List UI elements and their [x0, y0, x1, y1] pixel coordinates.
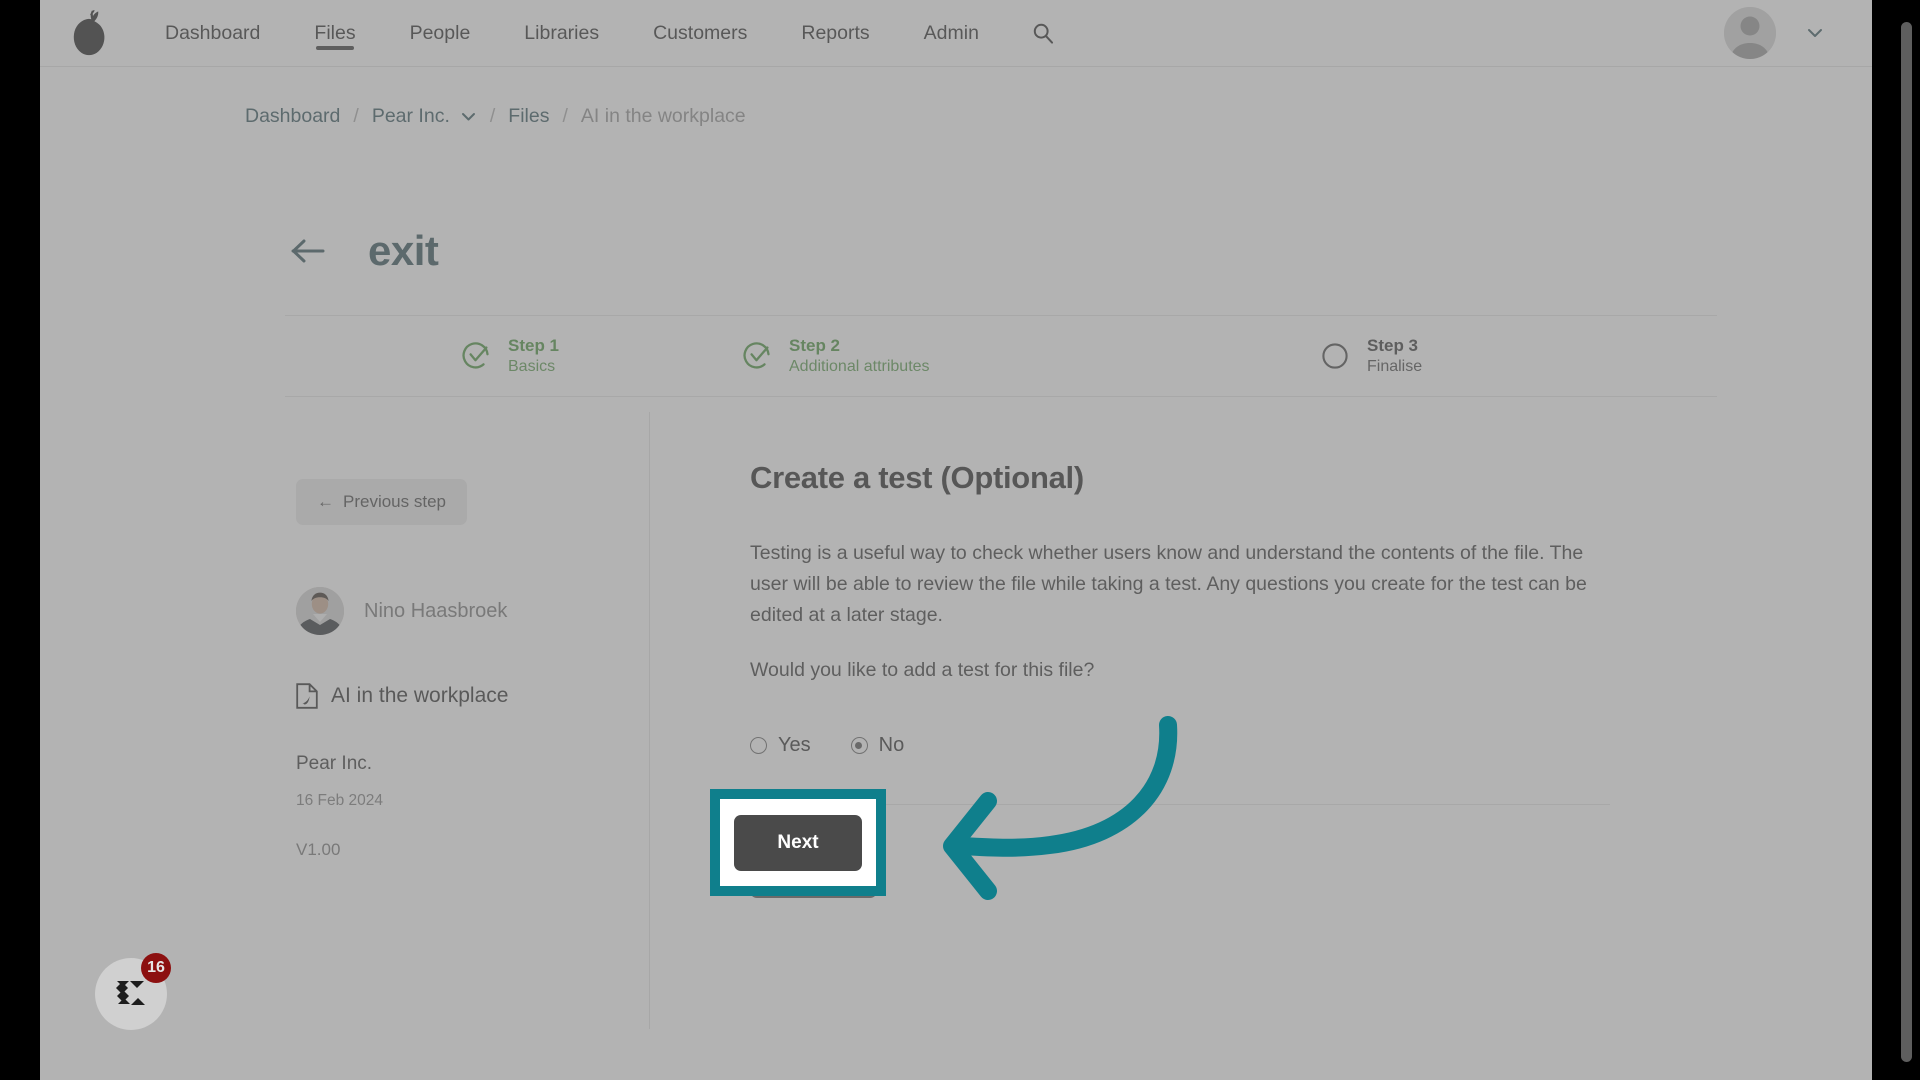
brand-logo[interactable]	[40, 0, 138, 67]
nav-label: People	[409, 21, 471, 44]
nav-item-customers[interactable]: Customers	[626, 0, 774, 67]
nav-item-reports[interactable]: Reports	[774, 0, 896, 67]
nav-label: Admin	[923, 21, 979, 44]
add-test-radio-group: Yes No	[750, 734, 1717, 757]
empty-circle-icon	[1320, 341, 1350, 371]
stepper-step-1-texts: Step 1 Basics	[508, 336, 559, 377]
nav-label: Customers	[653, 21, 748, 44]
uploader-row: Nino Haasbroek	[296, 587, 649, 635]
file-name: AI in the workplace	[331, 684, 509, 707]
breadcrumb: Dashboard / Pear Inc. / Files / AI in th…	[245, 105, 746, 128]
file-row: AI in the workplace	[296, 683, 649, 709]
radio-option-yes[interactable]: Yes	[750, 734, 811, 757]
user-photo-avatar	[296, 587, 344, 635]
chevron-down-icon	[1808, 29, 1822, 37]
nav-item-files[interactable]: Files	[287, 0, 382, 67]
previous-step-label: Previous step	[343, 492, 446, 511]
nav-item-admin[interactable]: Admin	[897, 0, 1006, 67]
radio-indicator	[750, 737, 767, 755]
stepper-step-3-texts: Step 3 Finalise	[1367, 336, 1422, 377]
stepper-step-2-texts: Step 2 Additional attributes	[789, 336, 930, 377]
next-button-highlight: Next	[710, 789, 886, 896]
section-question: Would you like to add a test for this fi…	[750, 659, 1095, 682]
nav-label: Files	[314, 21, 356, 44]
breadcrumb-item-organisation[interactable]: Pear Inc.	[372, 105, 450, 128]
section-description: Testing is a useful way to check whether…	[750, 542, 1587, 626]
check-circle-icon	[461, 341, 491, 371]
nav-label: Reports	[801, 21, 870, 44]
wizard-body: ← Previous step Nino Haasbroek AI in the…	[285, 412, 1717, 1029]
stepper-step-3[interactable]: Step 3 Finalise	[1167, 336, 1608, 377]
pear-logo-icon	[73, 10, 105, 56]
file-version: V1.00	[296, 840, 341, 859]
breadcrumb-item-files[interactable]: Files	[508, 105, 549, 128]
radio-label-yes: Yes	[778, 734, 811, 757]
help-widget[interactable]: 16	[95, 953, 171, 1030]
radio-label-no: No	[878, 734, 905, 757]
stepper-step-1[interactable]: Step 1 Basics	[285, 336, 726, 377]
search-icon[interactable]	[1028, 18, 1058, 48]
stepper-step-3-number: Step 3	[1367, 335, 1419, 355]
nav-item-people[interactable]: People	[383, 0, 498, 67]
stepper-step-1-number: Step 1	[508, 335, 560, 355]
wizard-stepper: Step 1 Basics Step 2 Additional attribut…	[285, 315, 1717, 397]
pdf-file-icon	[296, 683, 318, 709]
arrow-left-icon	[291, 239, 325, 263]
chevron-down-icon	[461, 113, 475, 121]
radio-indicator	[850, 737, 868, 755]
primary-nav-links: Dashboard Files People Libraries Custome…	[138, 0, 1058, 67]
help-widget-badge: 16	[141, 953, 171, 983]
section-title: Create a test (Optional)	[750, 460, 1084, 495]
breadcrumb-organisation-dropdown[interactable]	[460, 108, 477, 125]
page-title[interactable]: exit	[368, 227, 439, 275]
breadcrumb-item-current: AI in the workplace	[580, 105, 746, 127]
breadcrumb-separator: /	[489, 105, 496, 127]
nav-item-dashboard[interactable]: Dashboard	[138, 0, 287, 67]
file-organisation: Pear Inc.	[296, 753, 373, 774]
stepper-step-2-label: Additional attributes	[789, 358, 930, 376]
page-header: exit	[288, 227, 439, 275]
nav-label: Dashboard	[165, 21, 261, 44]
previous-step-button[interactable]: ← Previous step	[296, 479, 467, 525]
application-window: Dashboard Files People Libraries Custome…	[40, 0, 1872, 1080]
avatar[interactable]	[296, 587, 344, 635]
file-date: 16 Feb 2024	[296, 792, 384, 809]
page-content: Dashboard / Pear Inc. / Files / AI in th…	[40, 67, 1872, 1080]
screenshot-viewport: Dashboard Files People Libraries Custome…	[0, 0, 1920, 1080]
back-button[interactable]	[288, 231, 328, 271]
user-avatar-placeholder-icon	[1724, 7, 1776, 59]
wizard-step-panel: Create a test (Optional) Testing is a us…	[650, 412, 1717, 1029]
nav-label: Libraries	[524, 21, 600, 44]
next-button[interactable]: Next	[734, 814, 862, 871]
file-summary-sidebar: ← Previous step Nino Haasbroek AI in the…	[285, 412, 650, 1029]
radio-option-no[interactable]: No	[850, 734, 905, 757]
nav-item-libraries[interactable]: Libraries	[497, 0, 626, 67]
nav-account-area	[1724, 7, 1872, 59]
stepper-step-1-label: Basics	[508, 358, 556, 376]
uploader-name: Nino Haasbroek	[364, 599, 508, 622]
breadcrumb-item-dashboard[interactable]: Dashboard	[245, 105, 340, 128]
stepper-step-3-label: Finalise	[1367, 358, 1423, 376]
breadcrumb-separator: /	[353, 105, 359, 127]
breadcrumb-separator: /	[562, 105, 568, 127]
arrow-left-icon: ←	[317, 492, 334, 511]
top-navigation-bar: Dashboard Files People Libraries Custome…	[40, 0, 1872, 67]
stepper-step-2[interactable]: Step 2 Additional attributes	[726, 336, 1167, 377]
vertical-scrollbar[interactable]	[1901, 22, 1912, 1062]
avatar[interactable]	[1724, 7, 1776, 59]
account-menu-chevron[interactable]	[1804, 22, 1826, 44]
stepper-step-2-number: Step 2	[789, 335, 841, 355]
check-circle-icon	[742, 341, 772, 371]
